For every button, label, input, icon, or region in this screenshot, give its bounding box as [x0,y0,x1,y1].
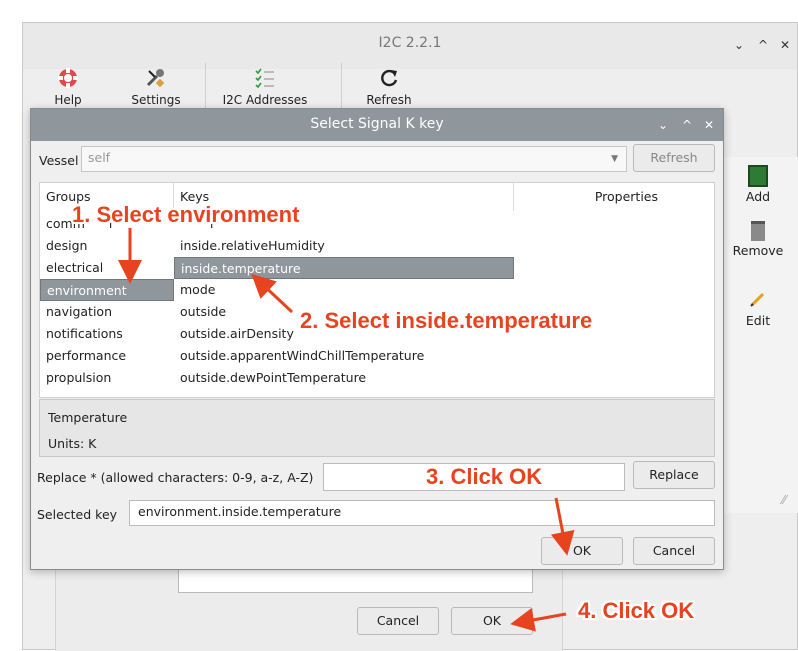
annotation-step-4: 4. Click OK [578,598,695,623]
annotation-step-2: 2. Select inside.temperature [300,308,593,333]
annotation-arrow-3 [550,497,575,556]
annotation-step-1: 1. Select environment [72,202,300,227]
annotation-arrow-2 [251,273,294,314]
annotation-step-3: 3. Click OK [426,464,543,489]
annotation-arrow-4 [510,608,567,632]
